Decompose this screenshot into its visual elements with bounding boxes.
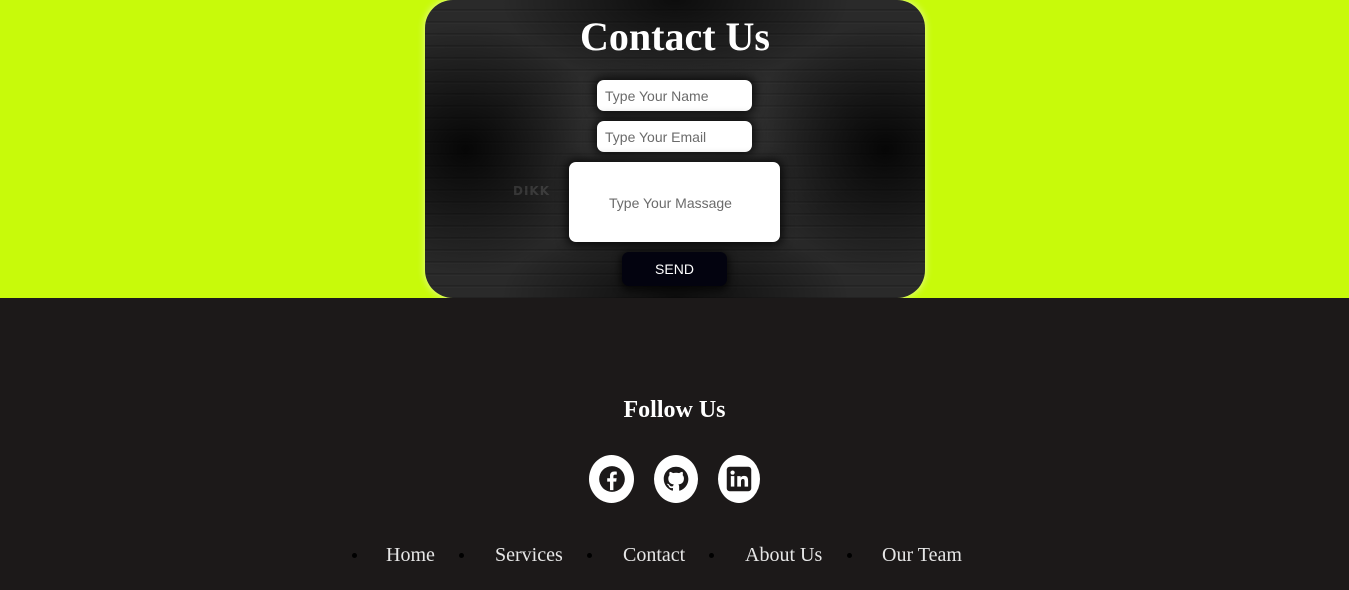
footer-nav: Home Services Contact About Us Our Team — [0, 540, 1349, 570]
facebook-link[interactable] — [589, 455, 634, 503]
nav-item-about-us: About Us — [709, 540, 839, 570]
nav-item-our-team: Our Team — [847, 540, 977, 570]
github-icon — [663, 466, 689, 491]
bullet-icon — [847, 553, 852, 558]
nav-link-home[interactable]: Home — [386, 540, 435, 570]
nav-item-home: Home — [352, 540, 452, 570]
bullet-icon — [352, 553, 357, 558]
bullet-icon — [709, 553, 714, 558]
bullet-icon — [459, 553, 464, 558]
nav-item-services: Services — [459, 540, 579, 570]
nav-link-about-us[interactable]: About Us — [745, 540, 822, 570]
linkedin-link[interactable] — [718, 455, 760, 503]
follow-us-title: Follow Us — [623, 397, 726, 423]
email-input[interactable] — [597, 121, 752, 152]
linkedin-icon — [726, 466, 752, 492]
message-textarea[interactable] — [569, 162, 780, 242]
nav-link-services[interactable]: Services — [495, 540, 563, 570]
footer: Follow Us Home Services Contact About Us… — [0, 298, 1349, 590]
watermark-logo: DIKK — [513, 184, 551, 198]
send-button[interactable]: SEND — [622, 252, 727, 286]
github-link[interactable] — [654, 455, 698, 503]
name-input[interactable] — [597, 80, 752, 111]
contact-title: Contact Us — [580, 14, 770, 59]
nav-item-contact: Contact — [587, 540, 697, 570]
contact-card: DIKK Contact Us SEND — [425, 0, 925, 298]
nav-link-our-team[interactable]: Our Team — [882, 540, 962, 570]
bullet-icon — [587, 553, 592, 558]
facebook-icon — [598, 466, 625, 492]
nav-link-contact[interactable]: Contact — [623, 540, 685, 570]
contact-section: DIKK Contact Us SEND — [0, 0, 1349, 298]
